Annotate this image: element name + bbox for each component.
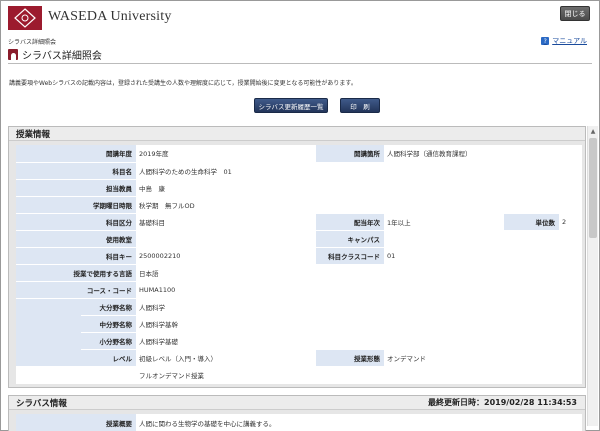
field-label: 担当教員 [16,179,136,197]
field-value: 人間科学基礎 [136,332,582,350]
field-value: 基礎科目 [136,213,316,231]
manual-link-label: マニュアル [552,37,587,45]
field-value: 2 [559,213,582,231]
table-row: コース・コード HUMA1100 [16,281,582,299]
field-value: 秋学期 無フルOD [136,196,582,214]
field-value: 01 [384,247,582,265]
table-row: 中分野名称 人間科学基幹 [16,315,582,333]
field-label: 単位数 [504,213,559,231]
field-label: 学期曜日時限 [16,196,136,214]
close-button[interactable]: 閉じる [560,6,590,21]
last-updated: 最終更新日時：2019/02/28 11:34:53 [428,398,577,407]
table-row: 開講年度 2019年度 開講箇所 人間科学部（通信教育課程） [16,145,582,163]
field-value: 人間科学のための生命科学 01 [136,162,582,180]
field-value: フルオンデマンド授業 [136,366,582,384]
field-label: 授業形態 [316,349,384,367]
field-label: キャンパス [316,230,384,248]
syllabus-info-table: 授業概要 人間に関わる生物学の基礎を中心に講義する。 [16,414,582,431]
field-label: 授業概要 [16,414,136,431]
syllabus-info-header: シラバス情報 最終更新日時：2019/02/28 11:34:53 [9,396,585,410]
field-value: HUMA1100 [136,281,582,299]
field-label: 科目クラスコード [316,247,384,265]
course-info-heading: 授業情報 [9,127,585,141]
header: WASEDA University 閉じる [1,1,599,34]
field-label: 使用教室 [16,230,136,248]
field-group-spacer [16,298,81,367]
field-label: 開講年度 [16,145,136,163]
waseda-logo-icon [8,6,42,30]
scrollbar-thumb[interactable] [589,138,597,238]
table-row: 使用教室 キャンパス [16,230,582,248]
table-row: 科目区分 基礎科目 配当年次 1年以上 単位数 2 [16,213,582,231]
field-label: 中分野名称 [81,315,136,333]
field-value: 人間科学部（通信教育課程） [384,145,582,163]
page-title-row: シラバス詳細照会 [8,46,592,64]
notice-text: 講義要項やWebシラバスの記載内容は，登録された受講生の人数や理解度に応じて，授… [9,80,357,87]
field-value: 人間科学基幹 [136,315,582,333]
table-row: 科目名 人間科学のための生命科学 01 [16,162,582,180]
syllabus-info-heading: シラバス情報 [16,398,67,409]
field-value: 人間に関わる生物学の基礎を中心に講義する。 [136,414,582,431]
university-name: WASEDA University [48,9,172,24]
field-label: コース・コード [16,281,136,299]
field-label: 授業で使用する言語 [16,264,136,282]
manual-link[interactable]: ? マニュアル [541,36,587,46]
field-value [384,230,582,248]
field-label: 科目名 [16,162,136,180]
field-label: 小分野名称 [81,332,136,350]
field-label: 開講箇所 [316,145,384,163]
table-row: 担当教員 中島 康 [16,179,582,197]
help-icon: ? [541,37,550,45]
field-label: 大分野名称 [81,298,136,316]
field-label: 科目キー [16,247,136,265]
table-row: 小分野名称 人間科学基礎 [16,332,582,350]
syllabus-info-panel: シラバス情報 最終更新日時：2019/02/28 11:34:53 授業概要 人… [8,395,586,431]
field-value: 日本語 [136,264,582,282]
course-info-panel: 授業情報 開講年度 2019年度 開講箇所 人間科学部（通信教育課程） 科目名 … [8,126,586,388]
field-label: 科目区分 [16,213,136,231]
table-row: 学期曜日時限 秋学期 無フルOD [16,196,582,214]
field-label: 配当年次 [316,213,384,231]
field-value: 人間科学 [136,298,582,316]
scroll-up-icon[interactable]: ▲ [588,126,598,136]
field-value: 1年以上 [384,213,504,231]
field-value: 2500002210 [136,247,316,265]
field-value: 初級レベル（入門・導入） [136,349,316,367]
table-row: 科目キー 2500002210 科目クラスコード 01 [16,247,582,265]
field-label: レベル [81,349,136,367]
table-row: レベル 初級レベル（入門・導入） 授業形態 オンデマンド [16,349,582,367]
table-row: 大分野名称 人間科学 [16,298,582,367]
scrollbar[interactable]: ▲ [587,126,598,426]
page-title: シラバス詳細照会 [22,51,102,62]
subheader: シラバス詳細照会 ? マニュアル [1,34,599,46]
breadcrumb: シラバス詳細照会 [8,39,56,46]
table-row: 授業概要 人間に関わる生物学の基礎を中心に講義する。 [16,414,582,431]
field-group-spacer [16,366,136,384]
field-value: 2019年度 [136,145,316,163]
table-row: フルオンデマンド授業 [16,366,582,384]
field-value: オンデマンド [384,349,582,367]
syllabus-history-button[interactable]: シラバス更新履歴一覧 [254,98,328,113]
field-value: 中島 康 [136,179,582,197]
print-button[interactable]: 印 刷 [340,98,380,113]
course-info-table: 開講年度 2019年度 開講箇所 人間科学部（通信教育課程） 科目名 人間科学の… [16,145,582,384]
table-row: 授業で使用する言語 日本語 [16,264,582,282]
person-icon [8,49,18,60]
field-value [136,230,316,248]
action-buttons: シラバス更新履歴一覧 印 刷 [1,98,600,113]
